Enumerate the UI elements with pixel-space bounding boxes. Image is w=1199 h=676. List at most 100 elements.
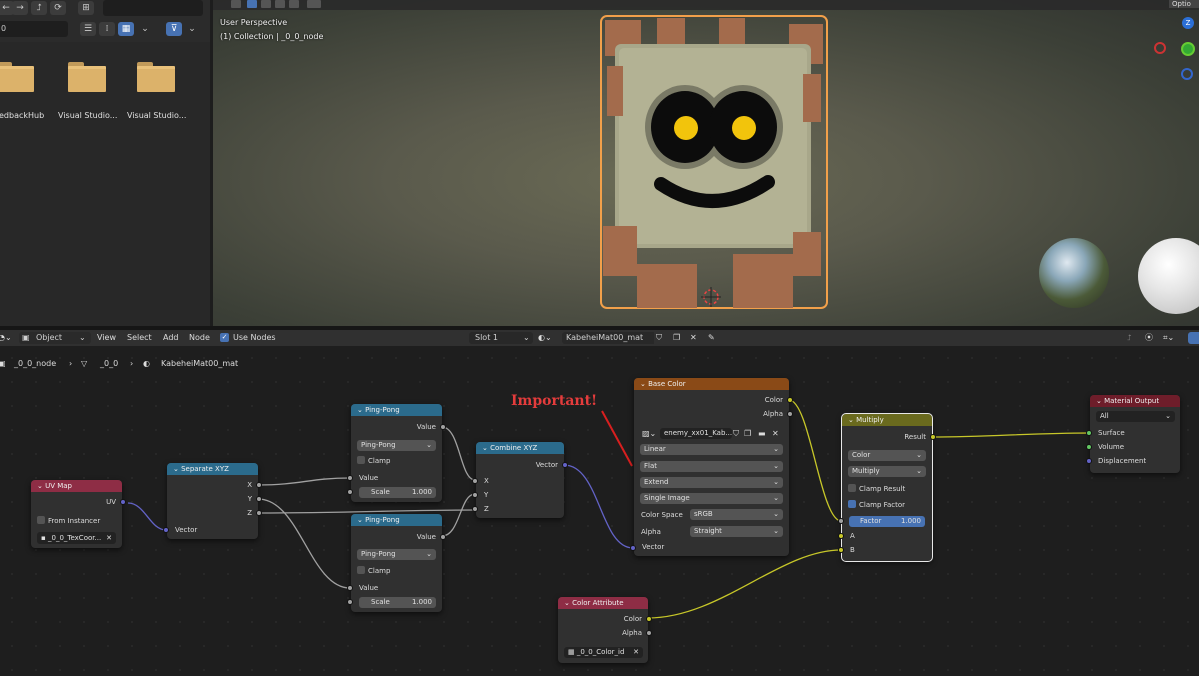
operation-dropdown[interactable]: Ping-Pong ⌄ [357, 549, 436, 560]
duplicate-material-icon[interactable]: ❐ [673, 330, 680, 346]
factor-field[interactable]: Factor 1.000 [849, 516, 925, 527]
use-nodes-label[interactable]: Use Nodes [233, 330, 276, 346]
duplicate-image-icon[interactable]: ❐ [744, 428, 751, 439]
menu-select[interactable]: Select [127, 330, 152, 346]
select-mode-icon[interactable] [289, 0, 299, 8]
image-name-field[interactable]: enemy_xx01_Kab... [660, 428, 732, 439]
chevron-down-icon[interactable]: ⌄ [184, 22, 200, 36]
folder-icon[interactable] [137, 62, 175, 92]
output-socket[interactable] [120, 499, 126, 505]
alpha-mode-dropdown[interactable]: Straight ⌄ [690, 526, 783, 537]
node-header[interactable]: ⌄ Color Attribute [558, 597, 648, 609]
source-dropdown[interactable]: Single Image ⌄ [640, 493, 783, 504]
from-instancer-row[interactable]: From Instancer [31, 515, 122, 527]
gizmo-neg-z-axis-icon[interactable] [1181, 68, 1193, 80]
input-socket[interactable] [838, 547, 844, 553]
block-creature-model[interactable] [593, 14, 833, 314]
clamp-row[interactable]: Clamp [351, 455, 442, 467]
image-texture-node[interactable]: ⌄ Base Color Color Alpha ▨⌄ enemy_xx01_K… [630, 378, 793, 556]
menu-add[interactable]: Add [163, 330, 179, 346]
input-socket[interactable] [1086, 458, 1092, 464]
input-socket[interactable] [472, 478, 478, 484]
folder-label[interactable]: Visual Studio... [127, 111, 186, 120]
gizmo-z-axis-icon[interactable]: Z [1182, 17, 1194, 29]
interpolation-dropdown[interactable]: Linear ⌄ [640, 444, 783, 455]
new-folder-icon[interactable]: ⊞ [78, 1, 94, 15]
node-header[interactable]: ⌄ UV Map [31, 480, 122, 492]
output-socket[interactable] [562, 462, 568, 468]
material-name-field[interactable]: KabeheiMat00_mat [562, 332, 654, 344]
menu-view[interactable]: View [97, 330, 116, 346]
menu-node[interactable]: Node [189, 330, 210, 346]
overlay-toggle-icon[interactable] [1188, 332, 1199, 344]
output-socket[interactable] [256, 496, 262, 502]
material-browse-icon[interactable]: ◐⌄ [538, 330, 552, 346]
ping-pong-node[interactable]: ⌄ Ping-Pong Value Ping-Pong ⌄ Clamp Value… [347, 404, 446, 502]
clamp-result-checkbox[interactable] [848, 484, 856, 492]
node-header[interactable]: ⌄ Multiply [842, 414, 932, 426]
output-socket[interactable] [646, 630, 652, 636]
node-header[interactable]: ⌄ Combine XYZ [476, 442, 564, 454]
output-socket[interactable] [256, 482, 262, 488]
clamp-checkbox[interactable] [357, 456, 365, 464]
gizmo-y-axis-icon[interactable] [1181, 42, 1195, 56]
color-layer-field[interactable]: ▦ _0_0_Color_id ✕ [564, 647, 643, 658]
fake-user-shield-icon[interactable]: ⛉ [656, 330, 662, 346]
output-socket[interactable] [787, 397, 793, 403]
color-space-dropdown[interactable]: sRGB ⌄ [690, 509, 783, 520]
select-mode-icon[interactable] [275, 0, 285, 8]
output-socket[interactable] [646, 616, 652, 622]
snap-settings-icon[interactable]: ⌗⌄ [1163, 330, 1174, 346]
select-mode-icon[interactable] [247, 0, 257, 8]
clamp-factor-checkbox[interactable] [848, 500, 856, 508]
input-socket[interactable] [1086, 430, 1092, 436]
combine-xyz-node[interactable]: ⌄ Combine XYZ Vector X Y Z [472, 442, 568, 518]
close-icon[interactable]: ✕ [106, 532, 112, 544]
select-tool-icon[interactable] [231, 0, 241, 8]
clamp-row[interactable]: Clamp [351, 565, 442, 577]
separate-xyz-node[interactable]: ⌄ Separate XYZ X Y Z Vector [163, 463, 262, 539]
input-socket[interactable] [347, 585, 353, 591]
clamp-factor-row[interactable]: Clamp Factor [842, 499, 932, 511]
unlink-close-icon[interactable]: ✕ [690, 330, 697, 346]
chevron-down-icon[interactable]: ⌄ [137, 22, 153, 36]
multiply-node[interactable]: ⌄ Multiply Result Color ⌄ Multiply ⌄ Clamp… [838, 413, 936, 562]
search-field[interactable] [103, 0, 203, 16]
extension-dropdown[interactable]: Extend ⌄ [640, 477, 783, 488]
filter-icon[interactable]: ⊽ [166, 22, 182, 36]
parent-node-tree-icon[interactable]: ⮥ [1127, 330, 1132, 346]
input-socket[interactable] [163, 527, 169, 533]
close-icon[interactable]: ✕ [633, 647, 639, 658]
snap-icon[interactable]: ⦿ [1145, 330, 1153, 346]
vertical-list-icon[interactable]: ☰ [80, 22, 96, 36]
input-socket[interactable] [838, 518, 844, 524]
from-instancer-checkbox[interactable] [37, 516, 45, 524]
folder-label[interactable]: edbackHub [0, 111, 44, 120]
target-dropdown[interactable]: All ⌄ [1096, 411, 1175, 422]
close-icon[interactable]: ✕ [772, 428, 779, 439]
clamp-result-row[interactable]: Clamp Result [842, 483, 932, 495]
slot-dropdown[interactable]: Slot 1 ⌄ [469, 332, 533, 344]
forward-arrow-icon[interactable]: → [12, 1, 28, 15]
output-socket[interactable] [256, 510, 262, 516]
folder-icon[interactable] [68, 62, 106, 92]
input-socket[interactable] [1086, 444, 1092, 450]
node-header[interactable]: ⌄ Separate XYZ [167, 463, 258, 475]
node-header[interactable]: ⌄ Ping-Pong [351, 514, 442, 526]
node-header[interactable]: ⌄ Material Output [1090, 395, 1180, 407]
ping-pong-node[interactable]: ⌄ Ping-Pong Value Ping-Pong ⌄ Clamp Value… [347, 514, 446, 612]
input-socket[interactable] [347, 599, 353, 605]
select-mode-icon[interactable] [307, 0, 321, 8]
refresh-icon[interactable]: ⟳ [50, 1, 66, 15]
blend-mode-dropdown[interactable]: Multiply ⌄ [848, 466, 926, 477]
parent-folder-icon[interactable]: ⮥ [31, 1, 47, 15]
data-type-dropdown[interactable]: Color ⌄ [848, 450, 926, 461]
open-folder-icon[interactable]: ▬ [758, 428, 766, 439]
gizmo-neg-x-axis-icon[interactable] [1154, 42, 1166, 54]
input-socket[interactable] [347, 475, 353, 481]
output-socket[interactable] [787, 411, 793, 417]
material-output-node[interactable]: ⌄ Material Output All ⌄ Surface Volume Di… [1086, 395, 1180, 473]
scale-field[interactable]: Scale 1.000 [359, 487, 436, 498]
mode-dropdown[interactable]: ▣ Object ⌄ [19, 332, 91, 344]
image-browse-icon[interactable]: ▨⌄ [642, 428, 660, 439]
